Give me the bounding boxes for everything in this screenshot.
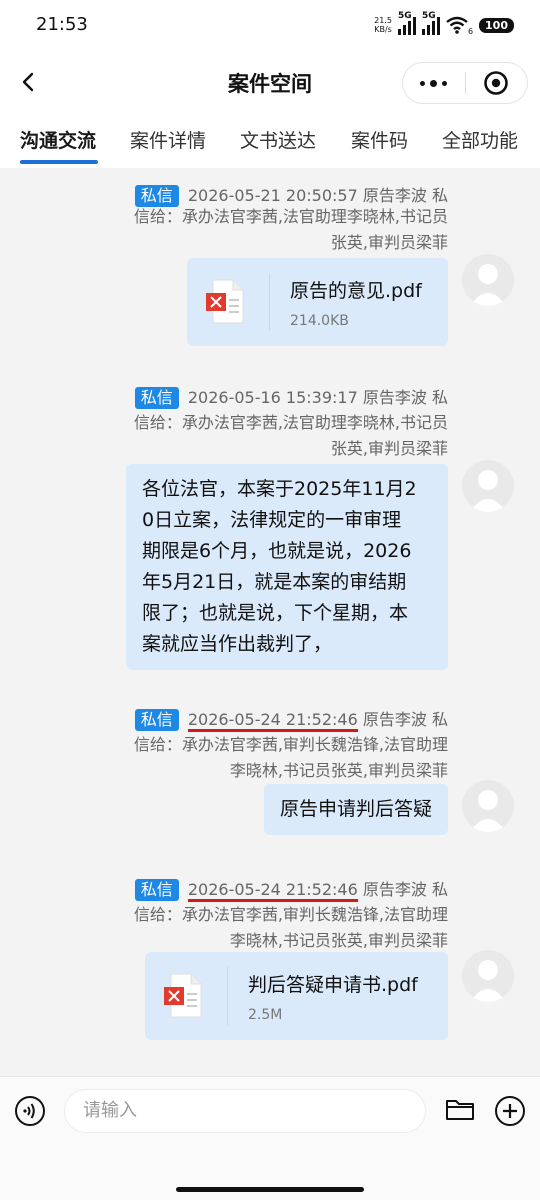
avatar[interactable] [462,460,514,512]
message-type: 私 [431,880,448,899]
recipients-line: 张英,审判员梁菲 [330,439,448,458]
file-attachment[interactable]: 原告的意见.pdf 214.0KB [187,258,448,346]
tab-bar: 沟通交流 案件详情 文书送达 案件码 全部功能 [0,118,540,166]
message-type: 私 [431,388,448,407]
nav-header: 案件空间 [0,50,540,116]
tab-document-delivery[interactable]: 文书送达 [240,126,316,153]
file-info: 判后答疑申请书.pdf 2.5M [248,970,418,1023]
file-divider [269,273,270,331]
message-meta: 私信 2026-05-24 21:52:46 原告李波 私 [134,706,448,732]
file-name: 判后答疑申请书.pdf [248,973,418,996]
signal-icon: 5G [397,11,416,35]
network-type-2: 5G [421,11,436,21]
file-info: 原告的意见.pdf 214.0KB [290,276,422,329]
target-circle-icon[interactable] [465,63,527,103]
tab-active-indicator [20,160,98,164]
tab-all-functions[interactable]: 全部功能 [442,126,518,153]
network-speed: 21.5 KB/s [374,16,392,34]
recipients-line: 信给：承办法官李茜,审判长魏浩锋,法官助理 [133,905,448,924]
recipients-line: 张英,审判员梁菲 [330,233,448,252]
voice-icon[interactable] [14,1095,46,1127]
message-meta: 私信 2026-05-16 15:39:17 原告李波 私 [134,384,448,409]
message-text-line: 期限是6个月，也就是说，2026 [142,540,412,562]
message-text-line: 年5月21日，就是本案的审结期 [142,571,407,593]
message-sender: 原告李波 [362,710,427,729]
wifi-icon [446,16,468,34]
file-attachment[interactable]: 判后答疑申请书.pdf 2.5M [145,952,448,1040]
message-type: 私 [431,710,448,729]
file-size: 2.5M [248,1006,283,1023]
message-sender: 原告李波 [362,880,427,899]
battery-icon: 100 [479,17,514,33]
message-timestamp: 2026-05-21 20:50:57 [187,186,358,205]
message-recipients: 信给：承办法官李茜,审判长魏浩锋,法官助理 李晓林,书记员张英,审判员梁菲 [88,902,448,954]
message-text-line: 各位法官，本案于2025年11月2 [142,478,417,500]
message-meta: 私信 2026-05-24 21:52:46 原告李波 私 [134,876,448,902]
pdf-icon [164,973,202,1018]
status-time: 21:53 [36,14,88,35]
chat-area[interactable]: 私信 2026-05-21 20:50:57 原告李波 私 信给：承办法官李茜,… [0,168,540,1076]
message-text-line: 案就应当作出裁判了， [142,633,333,655]
message-timestamp: 2026-05-16 15:39:17 [187,388,358,407]
plus-circle-icon[interactable] [494,1095,526,1127]
signal-icon-2: 5G [421,11,440,35]
message-text-line: 限了；也就是说，下个星期，本 [142,602,409,624]
folder-icon[interactable] [444,1093,476,1125]
message-sender: 原告李波 [362,186,427,205]
text-message-bubble[interactable]: 各位法官，本案于2025年11月2 0日立案，法律规定的一审审理 期限是6个月，… [126,464,448,670]
mini-program-capsule [402,62,528,104]
avatar[interactable] [462,780,514,832]
private-badge: 私信 [134,709,179,731]
tab-case-code[interactable]: 案件码 [351,126,408,153]
network-type-1: 5G [397,11,412,21]
message-text-line: 0日立案，法律规定的一审审理 [142,509,402,531]
pdf-icon [206,279,244,324]
recipients-line: 李晓林,书记员张英,审判员梁菲 [229,761,448,780]
file-size: 214.0KB [290,312,349,329]
status-bar: 21:53 21.5 KB/s 5G 5G 6 100 [0,0,540,50]
text-message-bubble[interactable]: 原告申请判后答疑 [263,784,448,835]
home-indicator[interactable] [176,1187,364,1192]
input-bar: 请输入 [0,1076,540,1200]
message-recipients: 信给：承办法官李茜,法官助理李晓林,书记员 张英,审判员梁菲 [88,204,448,256]
recipients-line: 信给：承办法官李茜,法官助理李晓林,书记员 [133,207,448,226]
private-badge: 私信 [134,387,179,409]
avatar[interactable] [462,950,514,1002]
avatar[interactable] [462,254,514,306]
message-input[interactable]: 请输入 [64,1089,426,1133]
recipients-line: 李晓林,书记员张英,审判员梁菲 [229,931,448,950]
file-name: 原告的意见.pdf [290,279,422,302]
message-sender: 原告李波 [362,388,427,407]
status-icons: 21.5 KB/s 5G 5G 6 100 [374,11,514,38]
recipients-line: 信给：承办法官李茜,法官助理李晓林,书记员 [133,413,448,432]
message-text: 原告申请判后答疑 [279,798,432,820]
message-timestamp: 2026-05-24 21:52:46 [187,710,358,732]
file-divider [227,967,228,1025]
message-type: 私 [431,186,448,205]
tab-case-details[interactable]: 案件详情 [130,126,206,153]
wifi-label: 6 [467,26,474,36]
recipients-line: 信给：承办法官李茜,审判长魏浩锋,法官助理 [133,735,448,754]
message-timestamp: 2026-05-24 21:52:46 [187,880,358,902]
message-recipients: 信给：承办法官李茜,法官助理李晓林,书记员 张英,审判员梁菲 [88,410,448,462]
more-dots-icon[interactable] [403,63,465,103]
network-speed-value: 21.5 [374,16,392,25]
tab-communication[interactable]: 沟通交流 [20,126,96,153]
private-badge: 私信 [134,879,179,901]
message-recipients: 信给：承办法官李茜,审判长魏浩锋,法官助理 李晓林,书记员张英,审判员梁菲 [88,732,448,784]
network-speed-unit: KB/s [374,25,392,34]
